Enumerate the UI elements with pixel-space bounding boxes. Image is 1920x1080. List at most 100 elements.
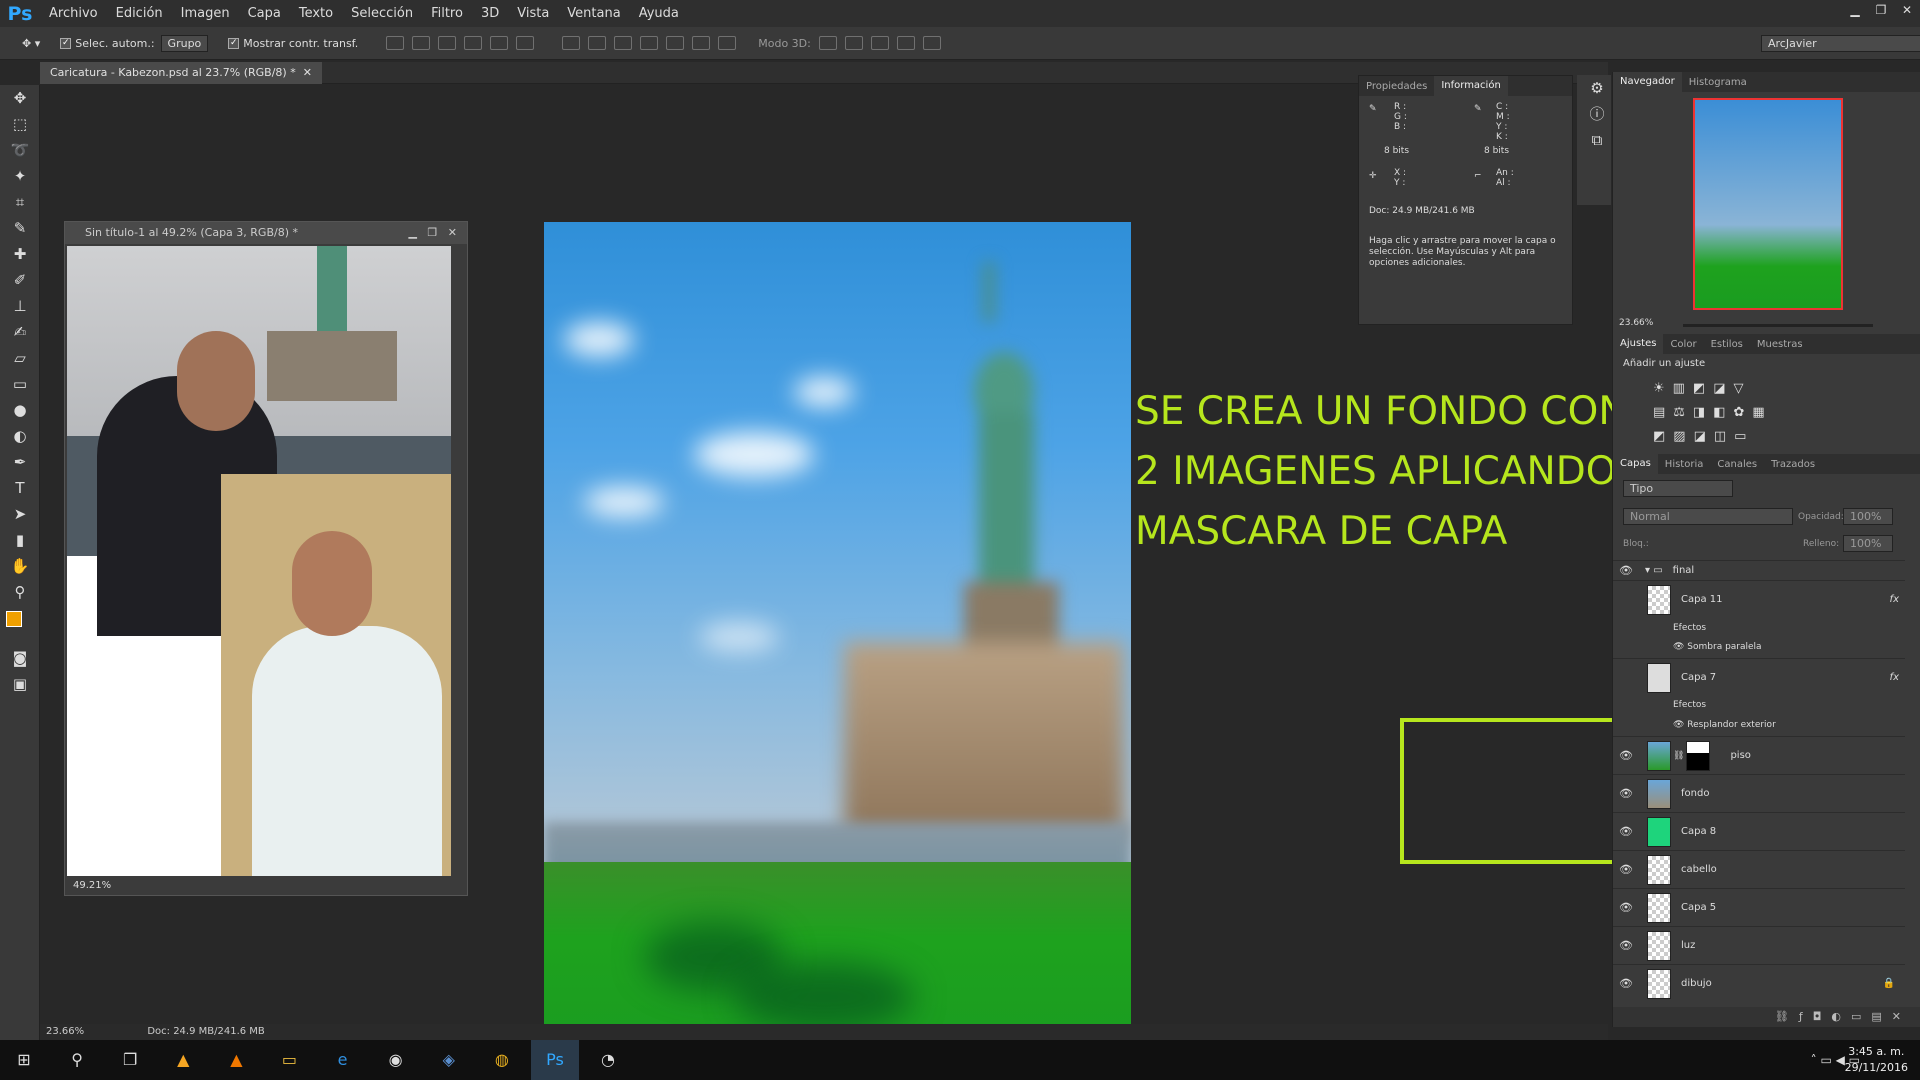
tab-propiedades[interactable]: Propiedades	[1359, 81, 1434, 92]
restore-icon[interactable]: ❐	[1868, 0, 1894, 20]
distribute-top-icon[interactable]	[562, 36, 581, 50]
distribute-bottom-icon[interactable]	[614, 36, 633, 50]
properties-dock-icon[interactable]: ⚙	[1577, 75, 1617, 101]
windows-start-icon[interactable]: ⊞	[0, 1040, 48, 1080]
crop-icon[interactable]: ⌗	[0, 189, 40, 215]
auto-select-checkbox[interactable]: ✓	[60, 37, 72, 49]
floating-window-title[interactable]: Sin título-1 al 49.2% (Capa 3, RGB/8) * …	[65, 222, 467, 244]
tab-historia[interactable]: Historia	[1658, 459, 1711, 470]
floating-document-window[interactable]: Sin título-1 al 49.2% (Capa 3, RGB/8) * …	[64, 221, 468, 896]
align-bottom-icon[interactable]	[438, 36, 457, 50]
zoom-icon[interactable]: ⚲	[0, 579, 40, 605]
layer-row[interactable]: 👁 dibujo 🔒	[1613, 964, 1905, 1002]
info-dock-icon[interactable]: ⓘ	[1577, 101, 1617, 127]
layer-row[interactable]: 👁 luz	[1613, 926, 1905, 964]
floating-image[interactable]	[67, 246, 451, 876]
floating-window-controls[interactable]: ▁ ❐ ✕	[408, 222, 457, 244]
eraser-icon[interactable]: ▱	[0, 345, 40, 371]
effect-row[interactable]: 👁 Sombra paralela	[1673, 642, 1762, 652]
document-image[interactable]	[544, 222, 1131, 1052]
layer-row[interactable]: Capa 7 fx	[1613, 658, 1905, 696]
task-view-icon[interactable]: ❐	[106, 1040, 154, 1080]
adjustment-icons[interactable]: ☀▥◩◪▽ ▤⚖◨◧✿▦ ◩▨◪◫▭	[1653, 377, 1853, 447]
navigator-preview[interactable]	[1693, 98, 1843, 310]
screen-mode-icon[interactable]: ▣	[0, 671, 40, 697]
tab-capas[interactable]: Capas	[1613, 454, 1658, 474]
layer-kind-filter[interactable]: Tipo	[1623, 480, 1733, 497]
menu-3d[interactable]: 3D	[472, 6, 508, 21]
visibility-eye-icon[interactable]: 👁	[1613, 787, 1639, 800]
menu-vista[interactable]: Vista	[508, 6, 558, 21]
move-tool-icon[interactable]: ✥ ▾	[22, 37, 40, 50]
document-tab[interactable]: Caricatura - Kabezon.psd al 23.7% (RGB/8…	[40, 62, 322, 84]
distribute-left-icon[interactable]	[640, 36, 659, 50]
tab-muestras[interactable]: Muestras	[1750, 339, 1810, 350]
blur-icon[interactable]: ●	[0, 397, 40, 423]
blend-mode-select[interactable]: Normal	[1623, 508, 1793, 525]
history-brush-icon[interactable]: ✍	[0, 319, 40, 345]
align-top-icon[interactable]	[386, 36, 405, 50]
hand-icon[interactable]: ✋	[0, 553, 40, 579]
vlc-icon[interactable]: ▲	[212, 1040, 260, 1080]
stamp-icon[interactable]: ⊥	[0, 293, 40, 319]
gradient-icon[interactable]: ▭	[0, 371, 40, 397]
tab-trazados[interactable]: Trazados	[1764, 459, 1822, 470]
move-icon[interactable]: ✥	[0, 85, 40, 111]
status-zoom[interactable]: 23.66%	[46, 1026, 84, 1037]
tab-canales[interactable]: Canales	[1710, 459, 1764, 470]
menu-ventana[interactable]: Ventana	[558, 6, 629, 21]
tab-informacion[interactable]: Información	[1434, 76, 1508, 96]
visibility-eye-icon[interactable]: 👁	[1613, 939, 1639, 952]
close-tab-icon[interactable]: ✕	[299, 66, 312, 79]
fx-icon[interactable]: fx	[1890, 672, 1899, 683]
roll-3d-icon[interactable]	[844, 36, 863, 50]
color-swatches[interactable]	[0, 605, 39, 645]
healing-icon[interactable]: ✚	[0, 241, 40, 267]
layer-row[interactable]: 👁 Capa 5	[1613, 888, 1905, 926]
tab-histograma[interactable]: Histograma	[1682, 77, 1754, 88]
visibility-eye-icon[interactable]: 👁	[1613, 564, 1639, 577]
visibility-eye-icon[interactable]: 👁	[1613, 901, 1639, 914]
chrome-icon[interactable]: ◍	[478, 1040, 526, 1080]
zoom-slider[interactable]	[1683, 324, 1873, 327]
layers-footer-buttons[interactable]: ⛓ƒ◘◐▭▤✕	[1613, 1007, 1920, 1027]
navigator-zoom[interactable]: 23.66%	[1619, 318, 1653, 328]
minimize-icon[interactable]: ▁	[1842, 0, 1868, 20]
brush-icon[interactable]: ✐	[0, 267, 40, 293]
menu-seleccion[interactable]: Selección	[342, 6, 422, 21]
distribute-right-icon[interactable]	[692, 36, 711, 50]
effect-row[interactable]: 👁 Resplandor exterior	[1673, 720, 1776, 730]
transform-checkbox[interactable]: ✓	[228, 37, 240, 49]
tab-ajustes[interactable]: Ajustes	[1613, 334, 1664, 354]
tab-color[interactable]: Color	[1663, 339, 1703, 350]
layer-group-final[interactable]: 👁 ▾ ▭ final	[1613, 560, 1905, 580]
steam-icon[interactable]: ◉	[372, 1040, 420, 1080]
group-select[interactable]: Grupo	[160, 34, 209, 52]
drag-3d-icon[interactable]	[870, 36, 889, 50]
layer-mask-thumbnail[interactable]	[1686, 740, 1711, 771]
layer-row[interactable]: 👁 Capa 8	[1613, 812, 1905, 850]
type-icon[interactable]: T	[0, 475, 40, 501]
search-icon[interactable]: ⚲	[53, 1040, 101, 1080]
clone-source-dock-icon[interactable]: ⧉	[1577, 127, 1617, 153]
file-explorer-icon[interactable]: ▭	[265, 1040, 313, 1080]
paint-icon[interactable]: ◔	[584, 1040, 632, 1080]
fill-field[interactable]: 100%	[1843, 535, 1893, 552]
auto-align-icon[interactable]	[718, 36, 737, 50]
dodge-icon[interactable]: ◐	[0, 423, 40, 449]
layer-row[interactable]: 👁 ⛓ piso	[1613, 736, 1905, 774]
clock[interactable]: 3:45 a. m. 29/11/2016	[1845, 1044, 1908, 1076]
slide-3d-icon[interactable]	[896, 36, 915, 50]
menu-archivo[interactable]: Archivo	[40, 6, 107, 21]
edge-icon[interactable]: e	[319, 1040, 367, 1080]
magic-wand-icon[interactable]: ✦	[0, 163, 40, 189]
distribute-hcenter-icon[interactable]	[666, 36, 685, 50]
pen-icon[interactable]: ✒	[0, 449, 40, 475]
visibility-eye-icon[interactable]: 👁	[1613, 749, 1639, 762]
tab-navegador[interactable]: Navegador	[1613, 72, 1682, 92]
workspace-select[interactable]: ArcJavier	[1761, 34, 1920, 52]
menu-ayuda[interactable]: Ayuda	[630, 6, 688, 21]
align-vcenter-icon[interactable]	[412, 36, 431, 50]
menu-imagen[interactable]: Imagen	[172, 6, 239, 21]
effect-eye-icon[interactable]: 👁	[1673, 642, 1687, 652]
